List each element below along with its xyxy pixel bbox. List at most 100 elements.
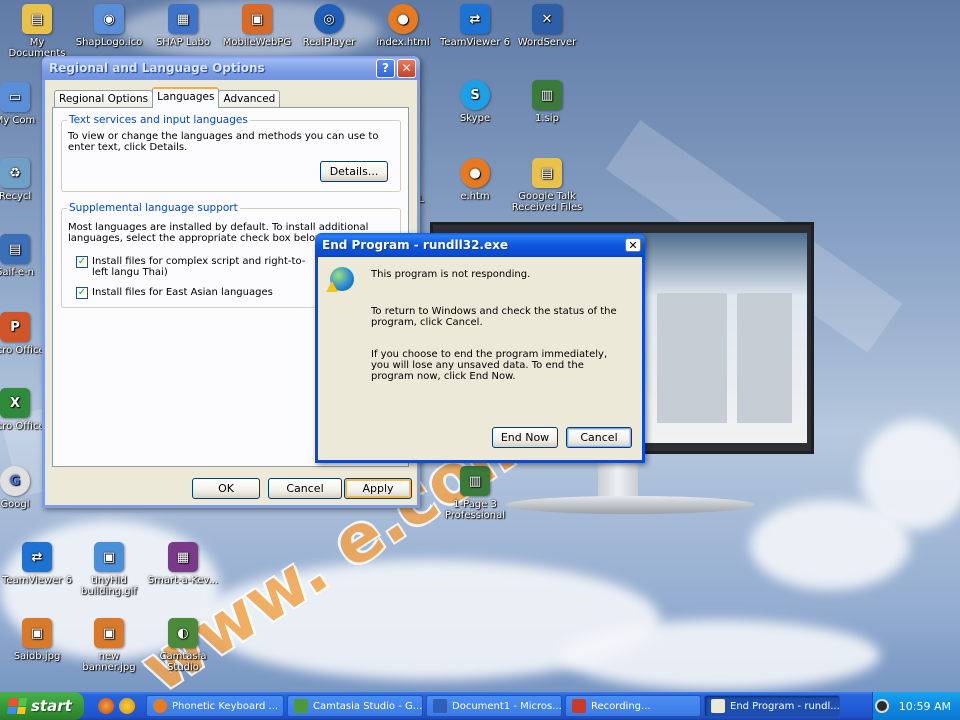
desktop-icon-label: RealPlayer: [302, 37, 356, 48]
desktop-icon-my-documents[interactable]: ▤ My Documents: [0, 4, 74, 59]
desktop-icon-camtasia[interactable]: ◐ Camtasia Studio: [146, 618, 220, 673]
apply-button[interactable]: Apply: [344, 478, 412, 499]
desktop-icon-shaplogo[interactable]: ◉ ShapLogo.ico: [72, 4, 146, 48]
task-document1-word[interactable]: Document1 - Micros...: [426, 695, 562, 717]
desktop-icon-page-professional[interactable]: ▥ 1-Page 3 Professional: [438, 466, 512, 521]
desktop-icon-mobilewebpg[interactable]: ▣ MobileWebPG: [220, 4, 294, 48]
flag-red: [8, 698, 18, 706]
end-program-titlebar[interactable]: End Program - rundll32.exe ✕: [315, 233, 645, 257]
recording-icon: [572, 699, 586, 713]
recycle-bin-icon: ♻: [0, 158, 30, 188]
desktop-icon-teamviewer-2[interactable]: ⇄ TeamViewer 6: [0, 542, 74, 586]
monitor-stand: [598, 458, 638, 498]
windows-flag-icon: [6, 698, 28, 714]
quick-launch: [98, 698, 140, 714]
desktop-icon-label: Saidb.jpg: [13, 651, 61, 662]
end-now-button[interactable]: End Now: [492, 427, 558, 448]
task-camtasia-studio[interactable]: Camtasia Studio - G...: [287, 695, 423, 717]
task-end-program[interactable]: End Program - rundl...: [704, 695, 840, 717]
checkbox-checked-icon[interactable]: ✓: [76, 287, 88, 299]
text-services-description: To view or change the languages and meth…: [68, 131, 379, 153]
window-icon: [711, 699, 725, 713]
desktop-icon-1-sip[interactable]: ▥ 1.sip: [510, 80, 584, 124]
help-button[interactable]: ?: [376, 58, 395, 78]
desktop-icon-label: 1-Page 3 Professional: [444, 499, 506, 521]
text-services-group: Text services and input languages To vie…: [61, 114, 401, 192]
start-label: start: [31, 697, 72, 715]
east-asian-checkbox[interactable]: ✓ Install files for East Asian languages: [76, 287, 316, 299]
cancel-button[interactable]: Cancel: [566, 427, 632, 448]
image-file-icon: ▣: [242, 4, 272, 34]
start-button[interactable]: start: [0, 692, 84, 720]
sip-file-icon: ▥: [532, 80, 562, 110]
flag-yellow: [16, 706, 26, 714]
desktop-icon-label: Smart-a-Kev...: [147, 575, 219, 586]
ok-button[interactable]: OK: [192, 478, 260, 499]
regional-window-titlebar[interactable]: Regional and Language Options ? ✕: [42, 56, 420, 80]
desktop-icon-google-talk-files[interactable]: ▤ Google Talk Received Files: [510, 158, 584, 213]
desktop-icon-label: index.html: [376, 37, 430, 48]
desktop-icon-e-htm[interactable]: ● e.htm: [438, 158, 512, 202]
sip-file-icon: ▥: [460, 466, 490, 496]
desktop-icon-shap-labo[interactable]: ▦ SHAP Labo: [146, 4, 220, 48]
realplayer-icon: ◎: [314, 4, 344, 34]
wallpaper-cloud: [560, 620, 880, 690]
recording-tray-icon[interactable]: [874, 699, 889, 713]
desktop-icon-label: Google Talk Received Files: [511, 191, 583, 213]
desktop-icon-index-html[interactable]: ● index.html: [366, 4, 440, 48]
image-file-icon: ◉: [94, 4, 124, 34]
desktop-icon-label: WordServer: [517, 37, 577, 48]
supplemental-legend: Supplemental language support: [67, 202, 240, 214]
wallpaper-cloud: [860, 420, 960, 530]
desktop-icon-label: e.htm: [460, 191, 490, 202]
task-label: Document1 - Micros...: [452, 700, 562, 712]
server-icon: ✕: [532, 4, 562, 34]
smiley-icon[interactable]: [119, 698, 135, 714]
cancel-button[interactable]: Cancel: [268, 478, 342, 499]
system-tray: 10:59 AM: [872, 692, 960, 720]
skype-icon: S: [460, 80, 490, 110]
checkbox-checked-icon[interactable]: ✓: [76, 256, 88, 268]
close-button[interactable]: ✕: [397, 58, 416, 78]
regional-tab-strip: Regional Options Languages Advanced: [54, 87, 281, 108]
folder-icon: ▤: [532, 158, 562, 188]
desktop-icon-label: new banner.jpg: [82, 651, 136, 673]
complex-script-checkbox[interactable]: ✓ Install files for complex script and r…: [76, 256, 316, 278]
desktop-icon-wordserver[interactable]: ✕ WordServer: [510, 4, 584, 48]
globe-warning-icon: [326, 267, 354, 292]
desktop-icon-smart-a-kev[interactable]: ▦ Smart-a-Kev...: [146, 542, 220, 586]
tab-regional-options[interactable]: Regional Options: [54, 90, 154, 108]
regional-window-title: Regional and Language Options: [49, 61, 265, 75]
clock[interactable]: 10:59 AM: [899, 700, 951, 713]
desktop-icon-skype[interactable]: S Skype: [438, 80, 512, 124]
tab-languages[interactable]: Languages: [152, 87, 220, 108]
details-button[interactable]: Details...: [320, 161, 388, 182]
desktop-icon-teamviewer[interactable]: ⇄ TeamViewer 6: [438, 4, 512, 48]
desktop-icon-new-banner-jpg[interactable]: ▣ new banner.jpg: [72, 618, 146, 673]
close-button[interactable]: ✕: [625, 238, 641, 252]
task-phonetic-keyboard[interactable]: Phonetic Keyboard ...: [146, 695, 284, 717]
end-program-dialog: End Program - rundll32.exe ✕ This progra…: [315, 233, 645, 463]
desktop-icon-label: SHAP Labo: [155, 37, 211, 48]
desktop-icon-label: ShapLogo.ico: [75, 37, 143, 48]
excel-icon: X: [0, 388, 30, 418]
desktop-icon-tinyhid-gif[interactable]: ▣ tinyHid building.gif: [72, 542, 146, 597]
desktop-icon-label: Camtasia Studio: [159, 651, 207, 673]
desktop-icon-saidb-jpg[interactable]: ▣ Saidb.jpg: [0, 618, 74, 662]
desktop-icon-realplayer[interactable]: ◎ RealPlayer: [292, 4, 366, 48]
computer-icon: ▭: [0, 82, 30, 112]
monitor-screen-column: [657, 293, 727, 423]
firefox-icon: ●: [388, 4, 418, 34]
desktop-icon-label: MobileWebPG: [222, 37, 292, 48]
return-to-windows-message: To return to Windows and check the statu…: [371, 306, 617, 328]
tab-advanced[interactable]: Advanced: [218, 90, 281, 108]
end-immediately-message: If you choose to end the program immedia…: [371, 349, 608, 382]
task-label: End Program - rundl...: [730, 700, 840, 712]
firefox-icon[interactable]: [98, 698, 114, 714]
task-recording[interactable]: Recording...: [565, 695, 701, 717]
desktop-icon-label: tinyHid building.gif: [81, 575, 137, 597]
taskbar: start Phonetic Keyboard ... Camtasia Stu…: [0, 692, 960, 720]
google-icon: G: [0, 466, 30, 496]
flag-blue: [6, 706, 17, 714]
image-file-icon: ▣: [94, 542, 124, 572]
